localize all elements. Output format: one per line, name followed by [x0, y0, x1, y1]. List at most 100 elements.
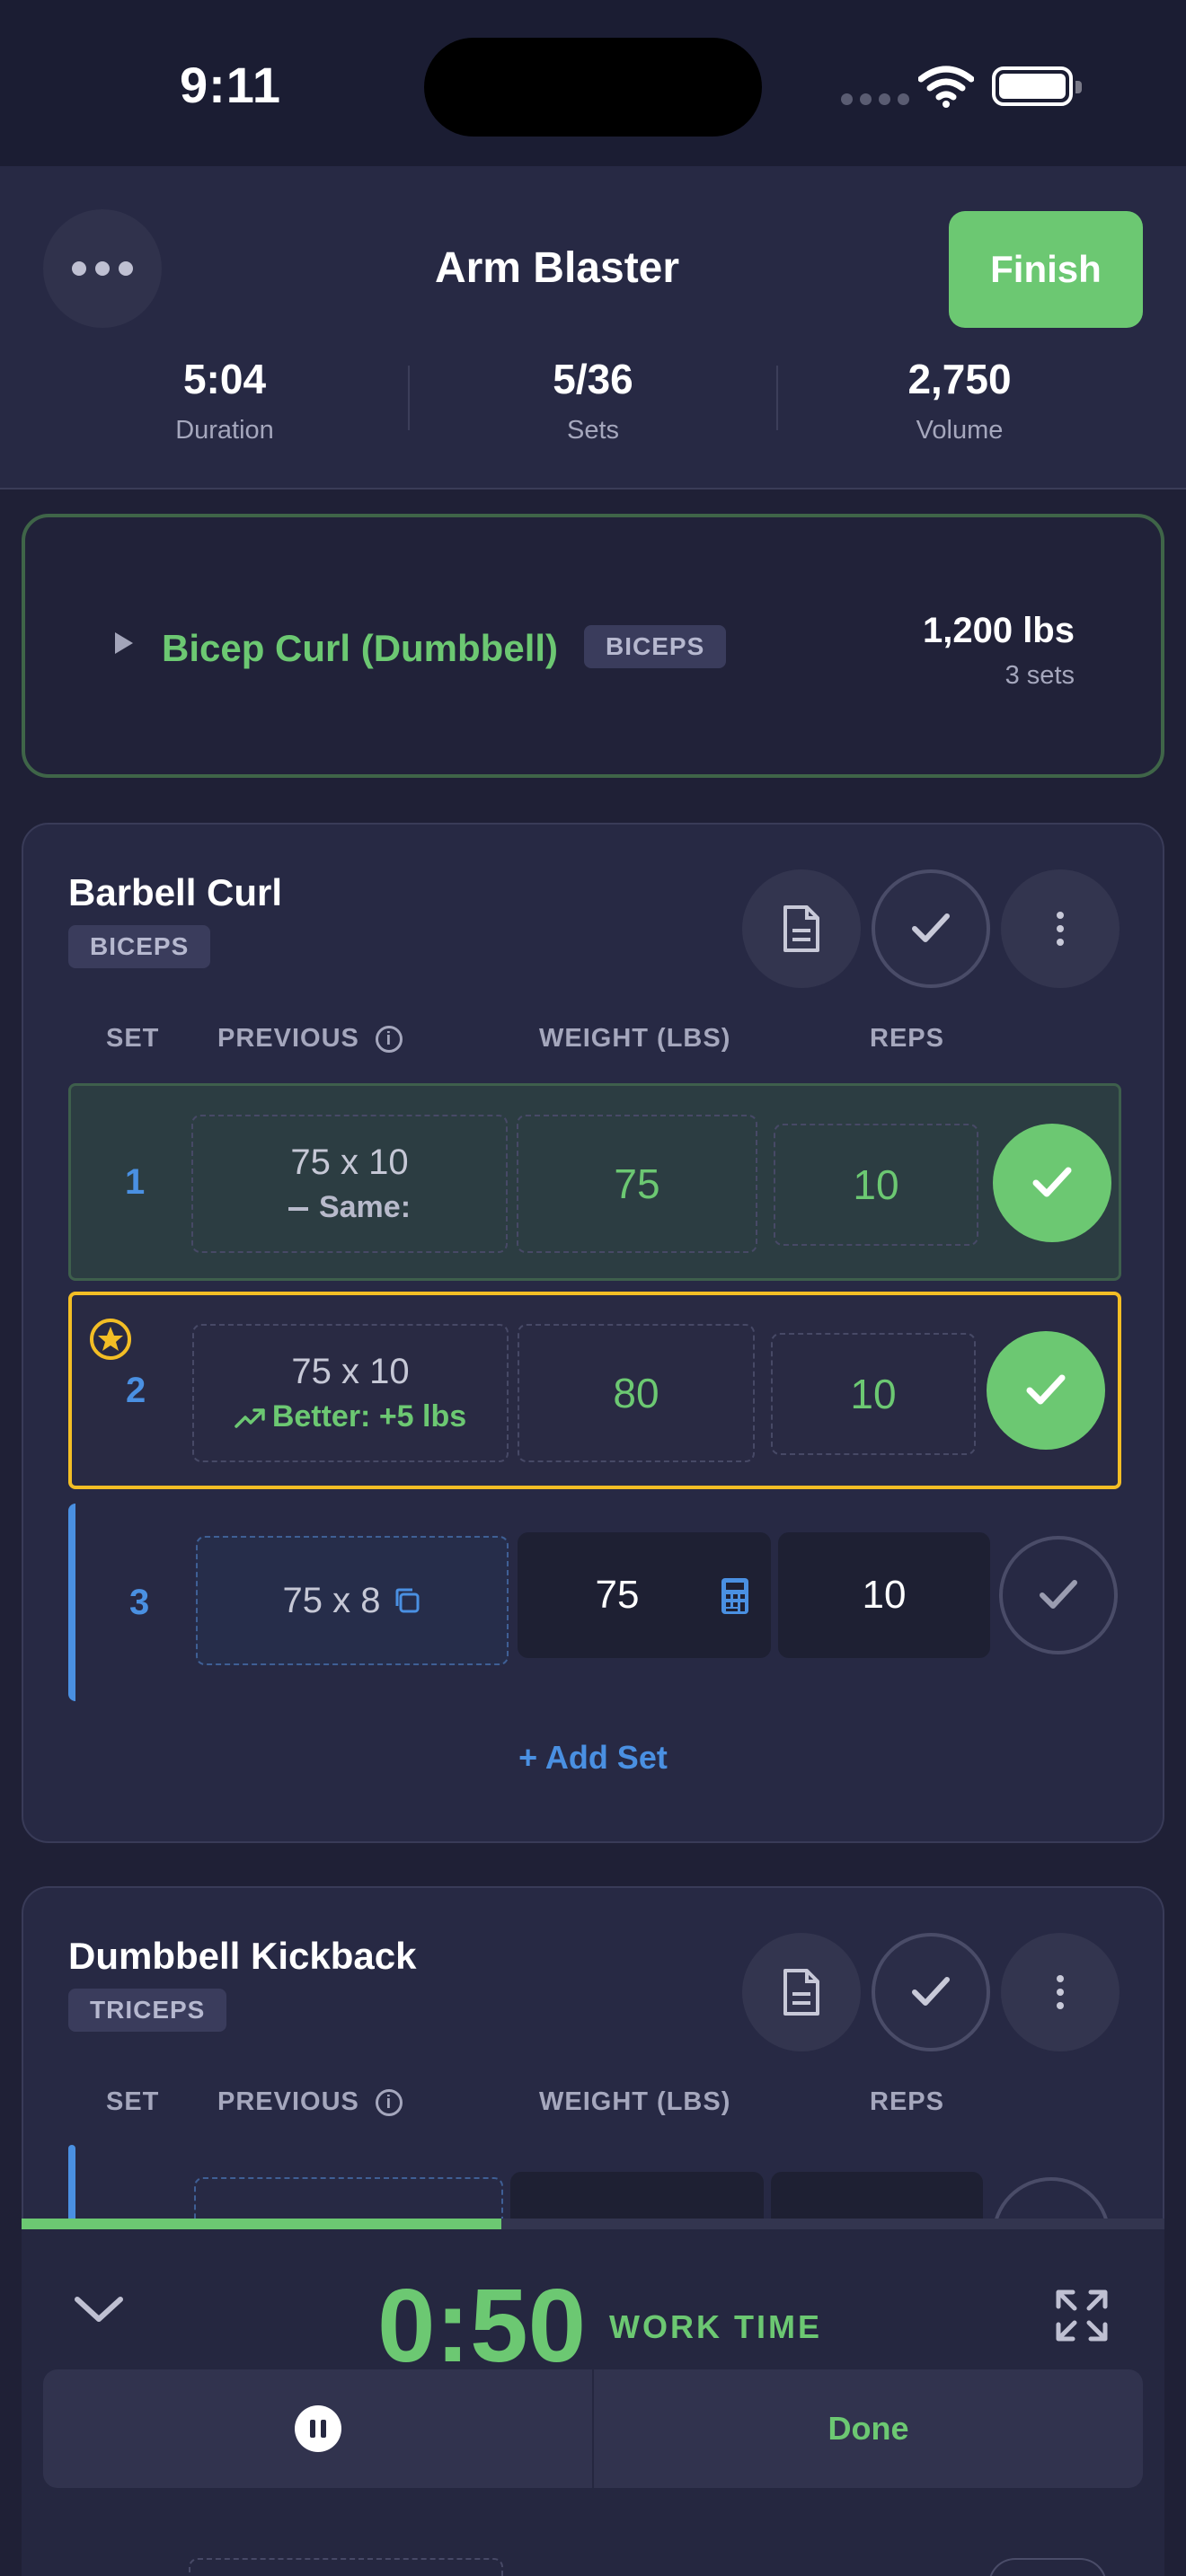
- reps-value: 10: [862, 1573, 907, 1617]
- complete-all-button[interactable]: [872, 869, 990, 988]
- stat-duration: 5:04 Duration: [90, 355, 359, 446]
- copy-icon[interactable]: [393, 1586, 421, 1615]
- timer-time: 0:50: [377, 2267, 587, 2384]
- reps-input[interactable]: 10: [774, 1124, 978, 1246]
- trending-up-icon: [235, 1408, 265, 1428]
- weight-value: 75: [595, 1573, 640, 1617]
- reps-input[interactable]: 10: [771, 1333, 976, 1455]
- divider: [776, 366, 778, 430]
- exercise-name: Barbell Curl: [68, 871, 283, 913]
- pause-button[interactable]: [43, 2369, 594, 2488]
- set-number: 1: [125, 1161, 146, 1202]
- previous-cell[interactable]: 75 x 8: [196, 1536, 509, 1665]
- active-row-indicator: [68, 2145, 75, 2226]
- exercise-name: Bicep Curl (Dumbbell): [162, 627, 559, 669]
- timer-progress-bar: [22, 2219, 502, 2229]
- column-header-set: SET: [106, 1024, 160, 1053]
- previous-value: 75 x 10: [290, 1142, 409, 1182]
- exercise-set-count: 3 sets: [1005, 661, 1075, 690]
- collapsed-exercise-card[interactable]: Bicep Curl (Dumbbell) BICEPS 1,200 lbs 3…: [22, 514, 1164, 778]
- column-header-previous: PREVIOUS i: [217, 1024, 403, 1054]
- pause-icon: [294, 2405, 341, 2452]
- set-complete-button-peek: [988, 2558, 1107, 2576]
- set-row: 1 75 x 10 Same: 75 10: [68, 1083, 1121, 1281]
- add-set-button[interactable]: + Add Set: [23, 1739, 1163, 1777]
- done-button[interactable]: Done: [594, 2369, 1143, 2488]
- wifi-icon: [918, 66, 974, 108]
- previous-cell-peek: [189, 2558, 503, 2576]
- more-options-button[interactable]: [43, 209, 162, 328]
- previous-value: 75 x 10: [291, 1352, 410, 1391]
- weight-value: 80: [613, 1370, 659, 1416]
- column-header-set: SET: [106, 2087, 160, 2116]
- check-icon: [1032, 1167, 1072, 1197]
- check-icon: [1040, 1580, 1077, 1609]
- exercise-menu-button[interactable]: [1001, 869, 1120, 988]
- status-time: 9:11: [180, 57, 281, 113]
- check-icon: [912, 913, 950, 942]
- column-header-reps: REPS: [870, 1024, 944, 1053]
- column-header-previous-label: PREVIOUS: [217, 2087, 359, 2116]
- muscle-tag: BICEPS: [68, 925, 211, 968]
- vertical-dots-icon: [1057, 912, 1064, 946]
- weight-input[interactable]: 75: [517, 1115, 757, 1253]
- calculator-icon[interactable]: [721, 1577, 749, 1615]
- comparison-text: Better: +5 lbs: [271, 1399, 467, 1434]
- expand-icon[interactable]: [1055, 2289, 1109, 2342]
- timer-label: WORK TIME: [609, 2308, 822, 2345]
- previous-cell[interactable]: 75 x 10 Better: +5 lbs: [192, 1324, 509, 1462]
- set-complete-button[interactable]: [987, 1331, 1105, 1450]
- stat-volume: 2,750 Volume: [825, 355, 1094, 446]
- check-icon: [912, 1977, 950, 2006]
- exercise-name: Dumbbell Kickback: [68, 1935, 417, 1977]
- set-row-active: 3 75 x 8 75 10: [68, 1504, 1121, 1701]
- battery-icon: [992, 66, 1082, 106]
- stat-label: Sets: [566, 416, 620, 445]
- reps-value: 10: [853, 1161, 899, 1208]
- notes-button[interactable]: [742, 1933, 861, 2051]
- notes-button[interactable]: [742, 869, 861, 988]
- column-header-previous: PREVIOUS i: [217, 2087, 403, 2117]
- divider: [408, 366, 410, 430]
- weight-input[interactable]: 80: [518, 1324, 755, 1462]
- dynamic-island: [424, 38, 762, 137]
- finish-button[interactable]: Finish: [949, 211, 1143, 328]
- weight-input[interactable]: 75: [518, 1532, 771, 1658]
- reps-value: 10: [850, 1371, 897, 1417]
- stat-label: Duration: [175, 416, 274, 445]
- workout-title: Arm Blaster: [434, 244, 680, 292]
- expand-arrow-icon[interactable]: [115, 632, 133, 654]
- status-bar: 9:11: [0, 0, 1186, 166]
- column-header-reps: REPS: [870, 2087, 944, 2116]
- vertical-dots-icon: [1057, 1975, 1064, 2009]
- rest-timer-panel: 0:50 WORK TIME Done: [22, 2219, 1164, 2576]
- workout-header: Arm Blaster Finish 5:04 Duration 5/36 Se…: [0, 166, 1186, 490]
- complete-all-button[interactable]: [872, 1933, 990, 2051]
- info-icon[interactable]: i: [375, 2089, 403, 2117]
- column-header-weight: WEIGHT (LBS): [539, 2087, 731, 2116]
- dash-icon: [288, 1207, 308, 1212]
- weight-value: 75: [614, 1160, 660, 1207]
- comparison-text: Same:: [318, 1190, 412, 1224]
- column-header-previous-label: PREVIOUS: [217, 1024, 359, 1053]
- check-icon: [1026, 1374, 1066, 1405]
- exercise-card-barbell-curl: Barbell Curl BICEPS SET PREVIOUS i WEIGHT…: [22, 823, 1164, 1843]
- previous-cell[interactable]: 75 x 10 Same:: [191, 1115, 508, 1253]
- set-complete-button[interactable]: [999, 1536, 1118, 1654]
- set-number: 2: [126, 1370, 146, 1410]
- reps-input[interactable]: 10: [778, 1532, 990, 1658]
- stat-label: Volume: [916, 416, 1004, 445]
- info-icon[interactable]: i: [375, 1026, 403, 1054]
- chevron-down-icon[interactable]: [74, 2294, 124, 2325]
- stat-value: 5:04: [182, 356, 267, 402]
- set-row-personal-record: 2 75 x 10 Better: +5 lbs 80 10: [68, 1292, 1121, 1489]
- muscle-tag: BICEPS: [584, 625, 727, 668]
- stat-value: 2,750: [907, 356, 1012, 402]
- document-icon: [783, 1969, 819, 2016]
- previous-value: 75 x 8: [282, 1580, 381, 1620]
- exercise-menu-button[interactable]: [1001, 1933, 1120, 2051]
- exercise-volume: 1,200 lbs: [922, 611, 1075, 650]
- set-complete-button[interactable]: [993, 1124, 1111, 1242]
- document-icon: [783, 905, 819, 952]
- cellular-signal-icon: [841, 93, 909, 105]
